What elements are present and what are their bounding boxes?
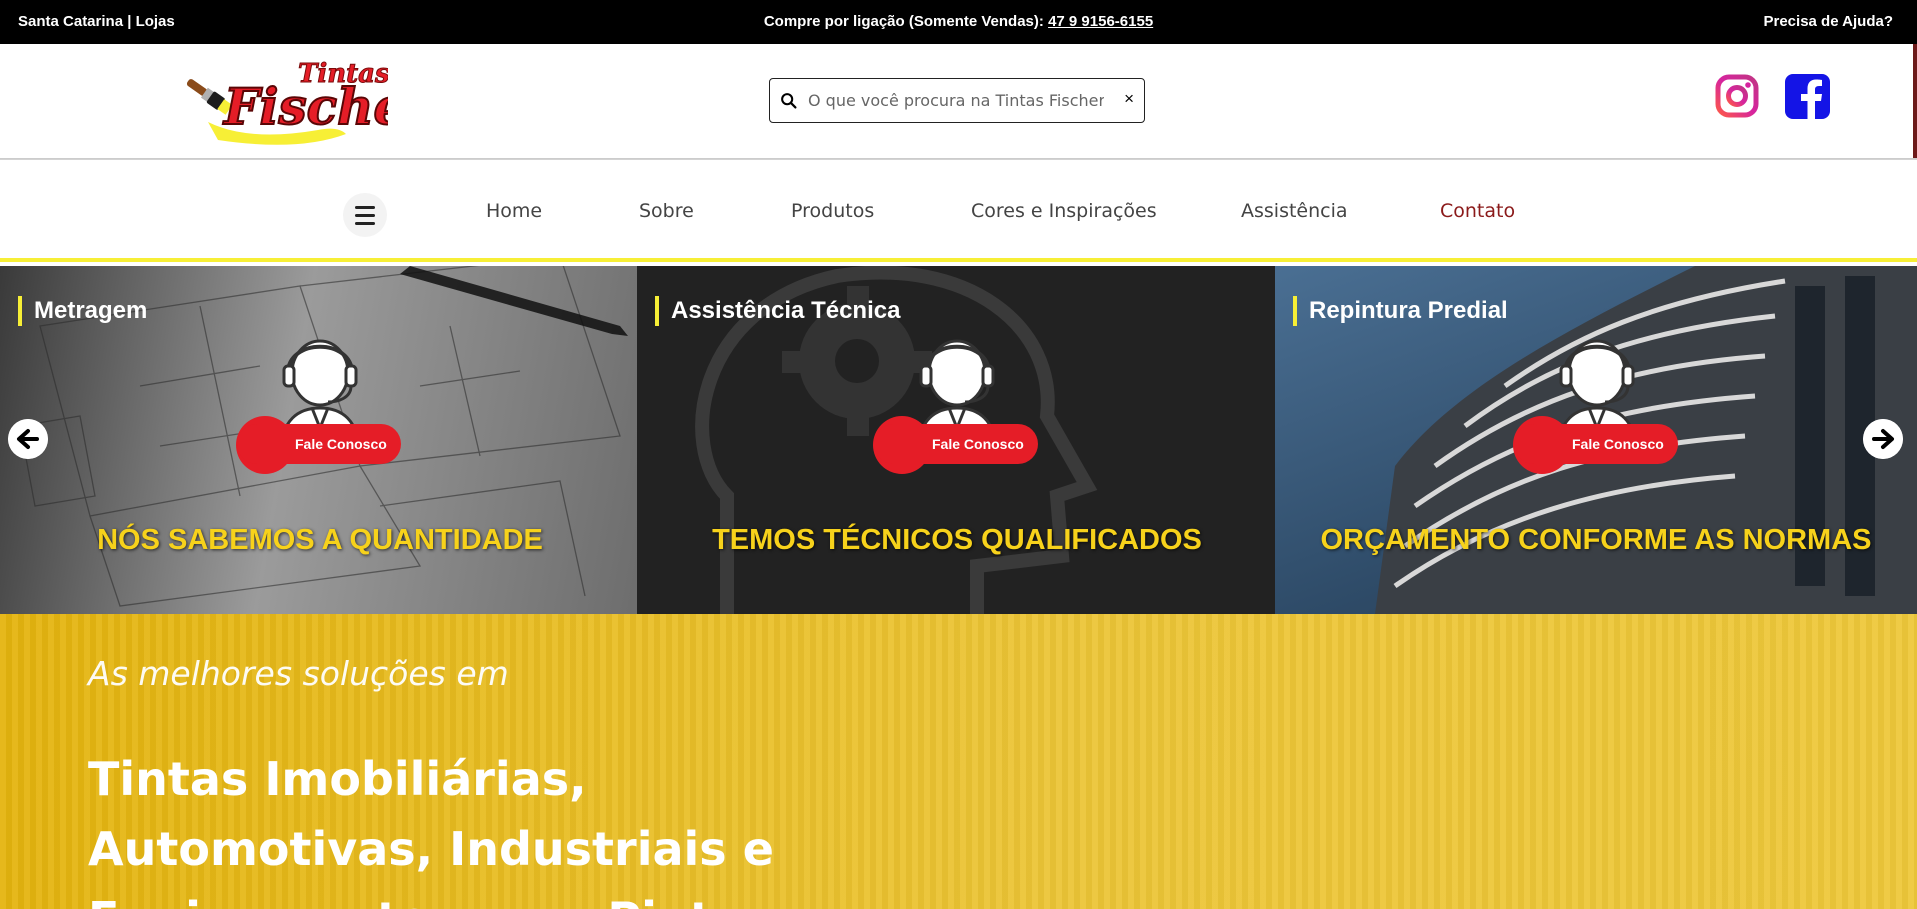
phone-sales-label: Compre por ligação (Somente Vendas):	[763, 13, 1044, 30]
facebook-icon[interactable]	[1785, 74, 1830, 119]
search-icon[interactable]	[778, 90, 800, 112]
top-bar: Santa Catarina | Lojas Compre por ligaçã…	[0, 0, 1917, 44]
hero-section: As melhores soluções em Tintas Imobiliár…	[0, 614, 1917, 909]
logo-text-big: Fischer	[222, 77, 388, 136]
nav-sobre[interactable]: Sobre	[639, 200, 694, 222]
main-nav: Home Sobre Produtos Cores e Inspirações …	[0, 160, 1917, 262]
carousel-next-arrow-icon[interactable]	[1863, 419, 1903, 459]
hamburger-line	[355, 214, 375, 217]
nav-home[interactable]: Home	[486, 200, 542, 222]
search-box: ×	[769, 78, 1145, 123]
search-input[interactable]	[806, 85, 1106, 116]
clear-search-icon[interactable]: ×	[1124, 89, 1134, 109]
phone-sales-link[interactable]: 47 9 9156-6155	[1048, 13, 1153, 30]
slide-headline: TEMOS TÉCNICOS QUALIFICADOS	[712, 524, 1202, 556]
menu-hamburger-icon[interactable]	[343, 193, 387, 237]
hero-subtitle: As melhores soluções em	[88, 654, 509, 693]
fale-conosco-button[interactable]: Fale Conosco	[874, 424, 1038, 464]
help-link[interactable]: Precisa de Ajuda?	[1764, 13, 1894, 30]
carousel-slide-assistencia-tecnica[interactable]: Assistência Técnica Fale Conosco TEMOS T…	[637, 266, 1277, 614]
services-carousel: Metragem Fale Conosco NÓS SABEMOS A QUAN…	[0, 266, 1917, 614]
tintas-fischer-logo[interactable]: Tintas Fischer	[178, 52, 388, 152]
instagram-icon[interactable]	[1715, 74, 1759, 118]
carousel-prev-arrow-icon[interactable]	[8, 419, 48, 459]
slide-title: Repintura Predial	[1293, 296, 1508, 326]
site-header: Tintas Fischer ×	[0, 44, 1917, 158]
slide-title: Assistência Técnica	[655, 296, 900, 326]
fale-conosco-button[interactable]: Fale Conosco	[237, 424, 401, 464]
nav-assistencia[interactable]: Assistência	[1241, 200, 1348, 222]
hamburger-line	[355, 206, 375, 209]
nav-contato[interactable]: Contato	[1440, 200, 1515, 222]
carousel-slide-metragem[interactable]: Metragem Fale Conosco NÓS SABEMOS A QUAN…	[0, 266, 640, 614]
carousel-slide-repintura-predial[interactable]: Repintura Predial Fale Conosco ORÇAMENTO…	[1275, 266, 1917, 614]
nav-produtos[interactable]: Produtos	[791, 200, 874, 222]
slide-headline: ORÇAMENTO CONFORME AS NORMAS	[1320, 524, 1872, 556]
slide-title: Metragem	[18, 296, 147, 326]
fale-conosco-button[interactable]: Fale Conosco	[1514, 424, 1678, 464]
hero-title: Tintas Imobiliárias, Automotivas, Indust…	[88, 752, 798, 909]
hamburger-line	[355, 222, 375, 225]
nav-cores-inspiracoes[interactable]: Cores e Inspirações	[971, 200, 1157, 222]
phone-sales-text: Compre por ligação (Somente Vendas): 47 …	[0, 13, 1917, 30]
slide-headline: NÓS SABEMOS A QUANTIDADE	[97, 524, 543, 556]
